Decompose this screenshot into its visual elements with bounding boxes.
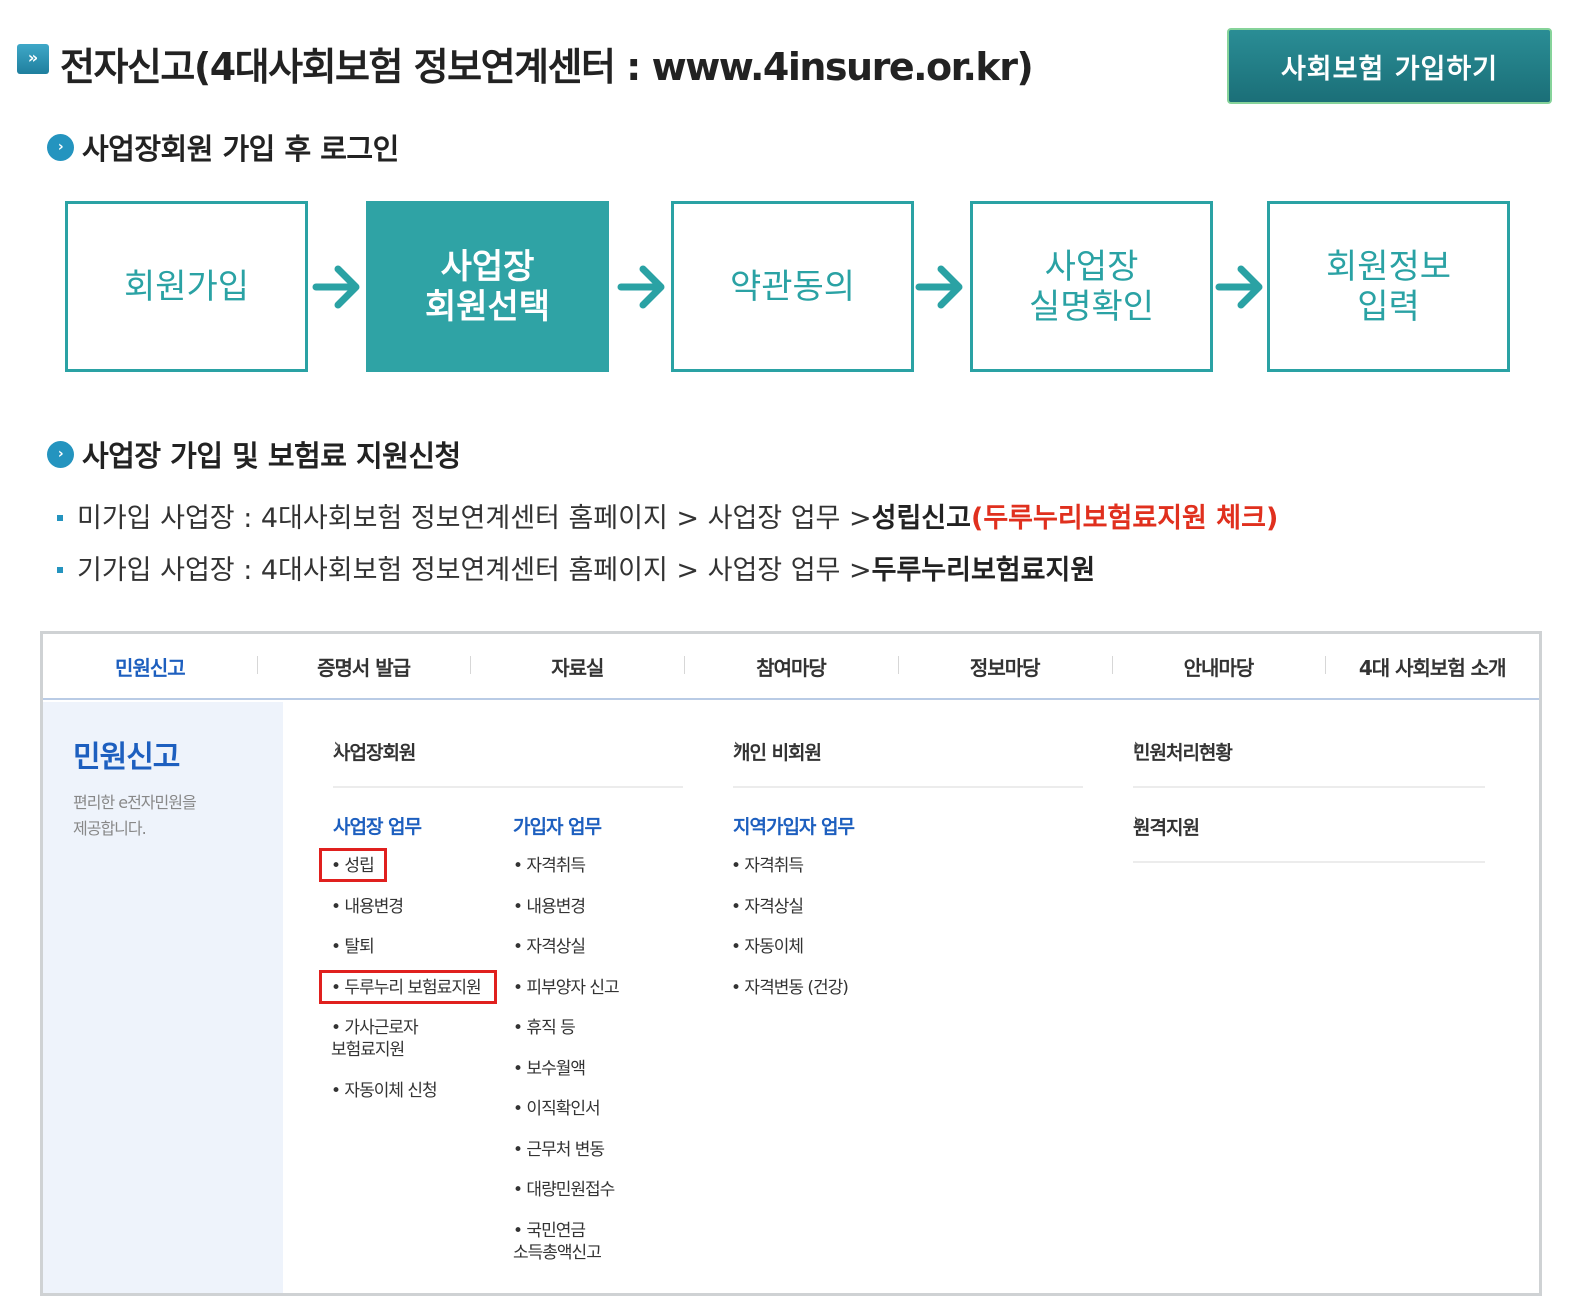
section-login-title: 사업장회원 가입 후 로그인 (82, 132, 399, 166)
menu-item-loss[interactable]: • 자격상실 (513, 936, 586, 958)
remote-support-link[interactable]: 원격지원 › (1133, 779, 1485, 863)
menu-item-separation[interactable]: • 이직확인서 (513, 1098, 601, 1120)
chevron-circle-icon: › (47, 133, 74, 161)
chevron-right-icon: › (1133, 734, 1142, 759)
left-pane-desc: 편리한 e전자민원을 제공합니다. (73, 793, 197, 838)
business-tasks-heading: 사업장 업무 (333, 816, 422, 838)
info-line-red-note: (두루누리보험료지원 체크) (970, 503, 1279, 534)
menu-item-acquire[interactable]: • 자격취득 (513, 855, 586, 877)
menu-item-change[interactable]: • 내용변경 (331, 896, 404, 918)
subscriber-tasks-heading: 가입자 업무 (513, 816, 602, 838)
chevron-right-icon: › (733, 734, 742, 759)
square-bullet-icon (57, 515, 63, 521)
step-business-verify: 사업장 실명확인 (970, 201, 1213, 372)
chevron-circle-icon: › (47, 440, 74, 468)
left-pane: 민원신고 편리한 e전자민원을 제공합니다. (43, 702, 283, 1293)
nav-item-information[interactable]: 정보마당 (897, 652, 1112, 681)
menu-item-dependent[interactable]: • 피부양자 신고 (513, 977, 620, 999)
info-line-unregistered: 미가입 사업장 : 4대사회보험 정보연계센터 홈페이지 > 사업장 업무 > … (57, 496, 1278, 535)
join-social-insurance-button[interactable]: 사회보험 가입하기 (1227, 28, 1552, 104)
nav-item-civil-report[interactable]: 민원신고 (43, 652, 257, 681)
step-terms-agree: 약관동의 (671, 201, 914, 372)
highlight-establish (319, 848, 387, 882)
menu-item-leave[interactable]: • 휴직 등 (513, 1017, 576, 1039)
nav-item-guide[interactable]: 안내마당 (1111, 652, 1326, 681)
menu-item-monthly-pay[interactable]: • 보수월액 (513, 1058, 586, 1080)
menu-item-workplace-change[interactable]: • 근무처 변동 (513, 1139, 605, 1161)
menu-item-autopay[interactable]: • 자동이체 (731, 936, 804, 958)
arrow-right-icon (617, 265, 665, 309)
chevron-right-icon: › (1133, 809, 1142, 834)
nav-item-certificate[interactable]: 증명서 발급 (256, 652, 471, 681)
menu-item-change[interactable]: • 내용변경 (513, 896, 586, 918)
step-business-member-select: 사업장 회원선택 (366, 201, 609, 372)
arrow-right-icon (312, 265, 360, 309)
menu-item-loss[interactable]: • 자격상실 (731, 896, 804, 918)
square-bullet-icon (57, 567, 63, 573)
menu-item-autopay[interactable]: • 자동이체 신청 (331, 1080, 438, 1102)
section-subsidy-title: 사업장 가입 및 보험료 지원신청 (82, 439, 461, 473)
highlight-durunuri (319, 970, 497, 1004)
arrow-right-icon (1215, 265, 1263, 309)
nav-item-about[interactable]: 4대 사회보험 소개 (1325, 652, 1539, 681)
info-line-bold: 성립신고 (871, 503, 971, 534)
menu-item-domestic-worker-subsidy[interactable]: • 가사근로자 보험료지원 (331, 1017, 419, 1061)
chevron-right-icon: › (333, 734, 342, 759)
double-chevron-icon: » (17, 44, 49, 74)
info-line-registered: 기가입 사업장 : 4대사회보험 정보연계센터 홈페이지 > 사업장 업무 > … (57, 548, 1095, 587)
nav-item-archive[interactable]: 자료실 (470, 652, 684, 681)
individual-nonmember-link[interactable]: 개인 비회원 › (733, 704, 1083, 788)
page-title: 전자신고(4대사회보험 정보연계센터 : www.4insure.or.kr) (60, 45, 1034, 89)
section-subsidy-heading: › 사업장 가입 및 보험료 지원신청 (47, 433, 461, 475)
left-pane-title: 민원신고 (73, 740, 180, 775)
section-login-heading: › 사업장회원 가입 후 로그인 (47, 126, 399, 168)
menu-item-pension-income[interactable]: • 국민연금 소득총액신고 (513, 1220, 602, 1264)
nav-item-participation[interactable]: 참여마당 (684, 652, 898, 681)
step-signup: 회원가입 (65, 201, 308, 372)
top-nav: 민원신고 증명서 발급 자료실 참여마당 정보마당 안내마당 4대 사회보험 소… (43, 634, 1539, 700)
info-line-text: 미가입 사업장 : 4대사회보험 정보연계센터 홈페이지 > 사업장 업무 > (77, 503, 872, 534)
step-member-info: 회원정보 입력 (1267, 201, 1510, 372)
menu-item-bulk[interactable]: • 대량민원접수 (513, 1179, 615, 1201)
business-member-link[interactable]: 사업장회원 › (333, 704, 683, 788)
civil-status-link[interactable]: 민원처리현황 › (1133, 704, 1485, 788)
info-line-bold: 두루누리보험료지원 (871, 555, 1096, 586)
menu-item-acquire[interactable]: • 자격취득 (731, 855, 804, 877)
info-line-text: 기가입 사업장 : 4대사회보험 정보연계센터 홈페이지 > 사업장 업무 > (77, 555, 872, 586)
menu-item-status-change[interactable]: • 자격변동 (건강) (731, 977, 849, 999)
arrow-right-icon (915, 265, 963, 309)
menu-item-withdraw[interactable]: • 탈퇴 (331, 936, 375, 958)
regional-tasks-heading: 지역가입자 업무 (733, 816, 855, 838)
site-menu-screenshot: 민원신고 증명서 발급 자료실 참여마당 정보마당 안내마당 4대 사회보험 소… (40, 631, 1542, 1296)
